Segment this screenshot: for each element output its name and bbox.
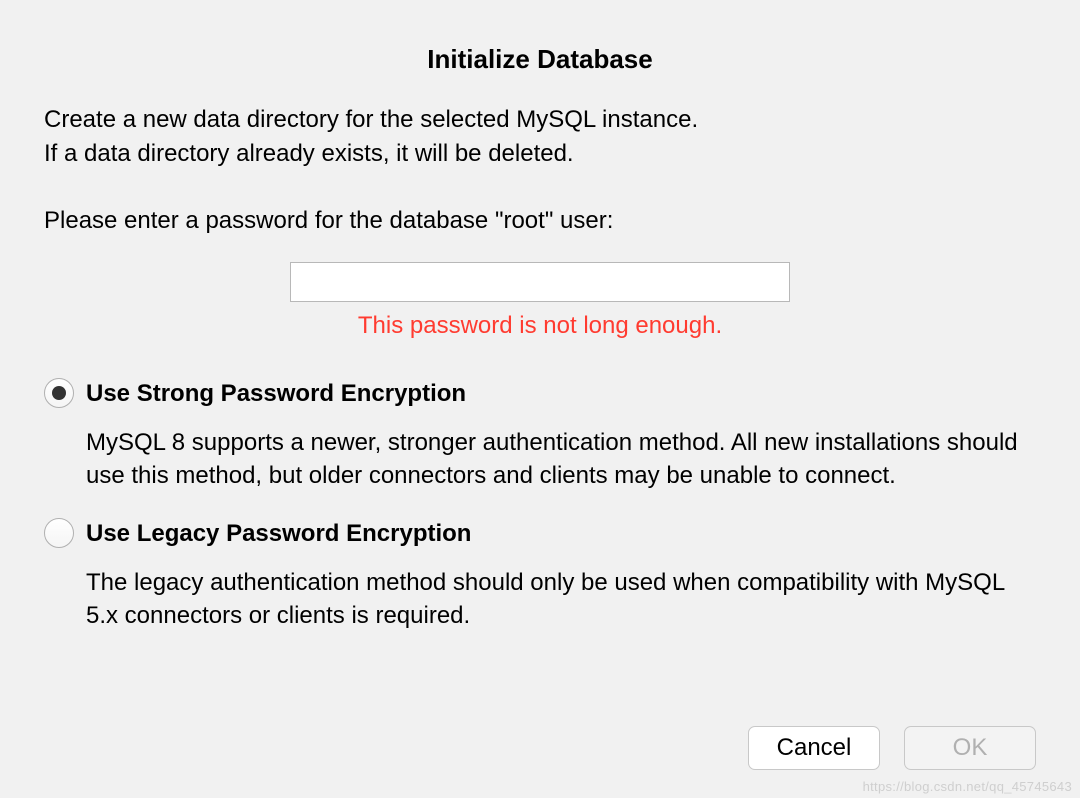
option-strong-desc: MySQL 8 supports a newer, stronger authe…: [86, 426, 1032, 492]
password-error-text: This password is not long enough.: [44, 312, 1036, 340]
option-strong-title: Use Strong Password Encryption: [86, 380, 1032, 408]
initialize-database-dialog: Initialize Database Create a new data di…: [0, 0, 1080, 798]
ok-button[interactable]: OK: [904, 726, 1036, 770]
radio-dot-icon: [52, 386, 66, 400]
encryption-options: Use Strong Password Encryption MySQL 8 s…: [44, 378, 1036, 632]
cancel-button[interactable]: Cancel: [748, 726, 880, 770]
intro-line-1: Create a new data directory for the sele…: [44, 103, 1036, 137]
intro-line-2: If a data directory already exists, it w…: [44, 137, 1036, 171]
option-legacy-title: Use Legacy Password Encryption: [86, 520, 1032, 548]
root-password-input[interactable]: [290, 262, 790, 302]
radio-strong-encryption[interactable]: [44, 378, 74, 408]
watermark-text: https://blog.csdn.net/qq_45745643: [863, 779, 1072, 794]
dialog-title: Initialize Database: [44, 44, 1036, 75]
intro-text: Create a new data directory for the sele…: [44, 103, 1036, 170]
password-input-row: [44, 262, 1036, 302]
option-legacy-desc: The legacy authentication method should …: [86, 566, 1032, 632]
password-prompt: Please enter a password for the database…: [44, 204, 1036, 238]
radio-legacy-encryption[interactable]: [44, 518, 74, 548]
option-strong-encryption: Use Strong Password Encryption MySQL 8 s…: [44, 378, 1036, 492]
option-legacy-encryption: Use Legacy Password Encryption The legac…: [44, 518, 1036, 632]
dialog-button-row: Cancel OK: [748, 726, 1036, 770]
